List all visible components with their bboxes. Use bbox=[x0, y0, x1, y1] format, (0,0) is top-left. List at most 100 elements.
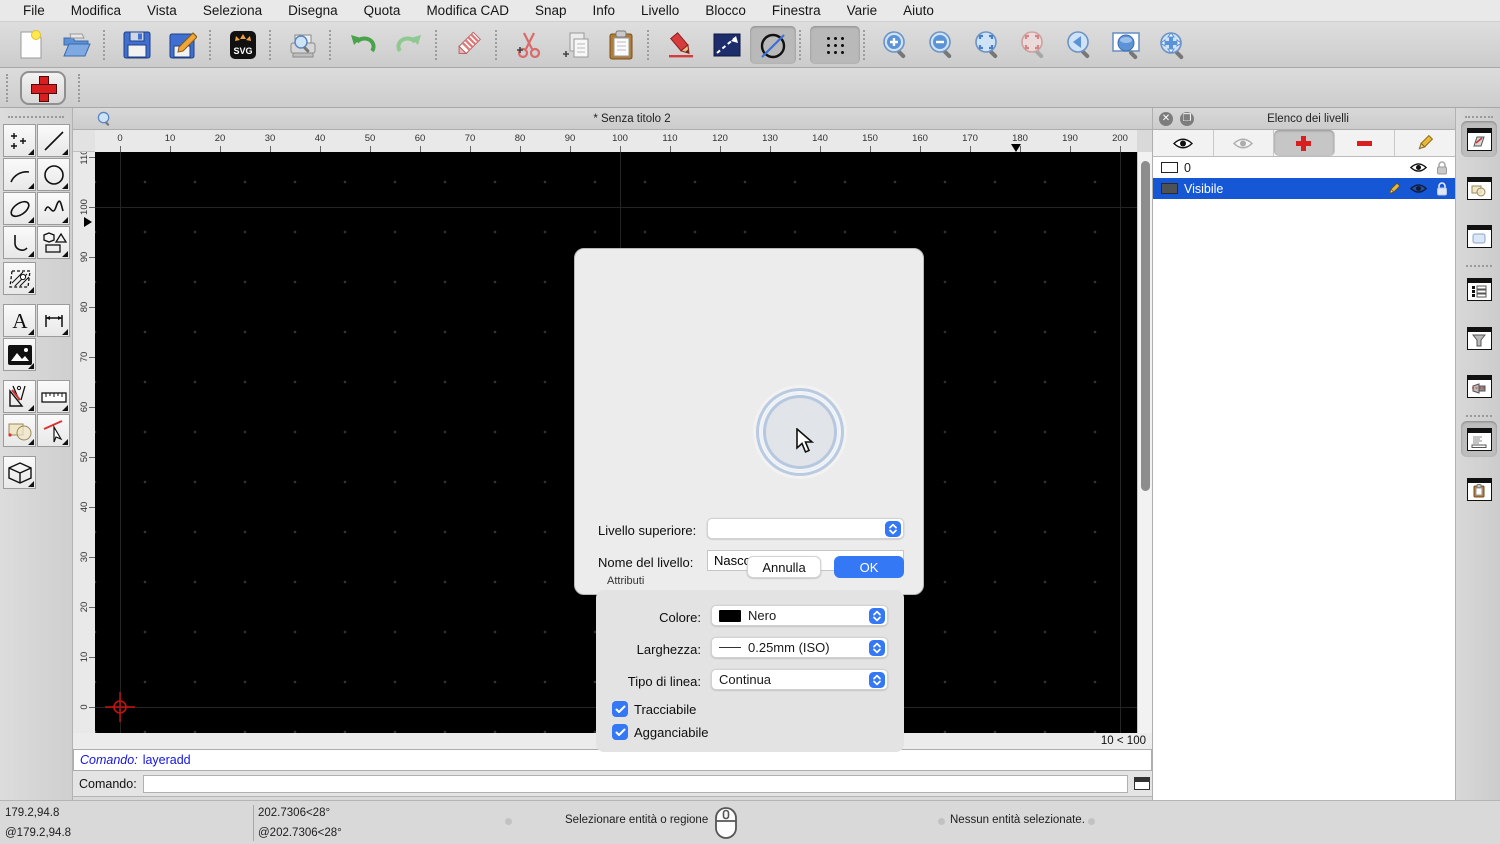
points-tool-button[interactable] bbox=[3, 124, 36, 157]
hatch-tool-button[interactable] bbox=[3, 262, 36, 295]
menu-item-varie[interactable]: Varie bbox=[834, 3, 891, 18]
solid3d-tool-button[interactable] bbox=[3, 456, 36, 489]
svg-export-button[interactable]: SVG bbox=[220, 25, 266, 65]
text-tool-button[interactable]: A bbox=[3, 304, 36, 337]
construction-checkbox[interactable] bbox=[612, 701, 628, 717]
clipboard-dock-button[interactable] bbox=[1461, 471, 1497, 507]
circle-tool-button[interactable] bbox=[37, 158, 70, 191]
snappable-checkbox[interactable] bbox=[612, 724, 628, 740]
document-title-bar[interactable]: * Senza titolo 2 bbox=[73, 108, 1152, 130]
detach-command-window-button[interactable] bbox=[1133, 777, 1150, 790]
open-button[interactable] bbox=[54, 25, 100, 65]
layer-row-visibile[interactable]: Visibile bbox=[1153, 178, 1455, 199]
image-tool-button[interactable] bbox=[3, 338, 36, 371]
menu-item-quota[interactable]: Quota bbox=[351, 3, 414, 18]
select-tool-button[interactable] bbox=[37, 414, 70, 447]
add-layer-button[interactable] bbox=[1274, 130, 1335, 156]
zoom-auto-button[interactable] bbox=[966, 25, 1012, 65]
toolbar-drag-handle[interactable] bbox=[6, 73, 12, 102]
paste-button[interactable] bbox=[598, 25, 644, 65]
copy-button[interactable] bbox=[552, 25, 598, 65]
ellipse-tool-button[interactable] bbox=[3, 192, 36, 225]
menu-item-modifica-cad[interactable]: Modifica CAD bbox=[413, 3, 522, 18]
canvas-vertical-scrollbar[interactable] bbox=[1137, 152, 1152, 733]
pan-button[interactable] bbox=[1150, 25, 1196, 65]
new-document-button[interactable] bbox=[8, 25, 54, 65]
ok-button[interactable]: OK bbox=[834, 556, 904, 578]
print-preview-button[interactable] bbox=[280, 25, 326, 65]
selection-filter-dock-button[interactable] bbox=[1461, 320, 1497, 356]
cancel-button[interactable]: Annulla bbox=[747, 556, 821, 578]
layer-visible-icon[interactable] bbox=[1409, 183, 1427, 194]
layer-visible-icon[interactable] bbox=[1409, 162, 1427, 173]
library-browser-dock-button[interactable] bbox=[1461, 218, 1497, 254]
menu-item-snap[interactable]: Snap bbox=[522, 3, 580, 18]
toolbar-separator bbox=[863, 29, 869, 60]
add-pen-button[interactable] bbox=[20, 70, 66, 105]
blocks-tool-button[interactable] bbox=[3, 414, 36, 447]
construction-checkbox-label[interactable]: Tracciabile bbox=[634, 702, 696, 717]
arc-tool-button[interactable] bbox=[3, 158, 36, 191]
float-panel-button[interactable]: ❐ bbox=[1180, 111, 1194, 126]
menu-item-vista[interactable]: Vista bbox=[134, 3, 190, 18]
draw-pencil-button[interactable] bbox=[658, 25, 704, 65]
scrollbar-thumb[interactable] bbox=[1141, 161, 1150, 491]
parent-layer-select[interactable] bbox=[707, 518, 904, 539]
snappable-checkbox-label[interactable]: Agganciabile bbox=[634, 725, 708, 740]
save-button[interactable] bbox=[114, 25, 160, 65]
line-type-select[interactable]: Continua bbox=[711, 669, 888, 690]
line-tool-button[interactable] bbox=[37, 124, 70, 157]
layer-list-dock-button[interactable] bbox=[1461, 121, 1497, 157]
redo-button[interactable] bbox=[386, 25, 432, 65]
save-as-button[interactable] bbox=[160, 25, 206, 65]
line-width-select[interactable]: 0.25mm (ISO) bbox=[711, 637, 888, 658]
absolute-coordinate: 179.2,94.8 bbox=[5, 807, 60, 819]
menu-item-file[interactable]: File bbox=[10, 3, 58, 18]
menu-item-disegna[interactable]: Disegna bbox=[275, 3, 351, 18]
dimension-tool-button[interactable] bbox=[37, 304, 70, 337]
toolbar-drag-handle[interactable] bbox=[78, 73, 84, 102]
menu-item-aiuto[interactable]: Aiuto bbox=[890, 3, 947, 18]
edit-layer-button[interactable] bbox=[1395, 130, 1455, 156]
shapes-tool-button[interactable] bbox=[37, 226, 70, 259]
zoom-previous-button[interactable] bbox=[1058, 25, 1104, 65]
palette-drag-handle[interactable] bbox=[8, 116, 64, 120]
color-select[interactable]: Nero bbox=[711, 605, 888, 626]
cut-button[interactable] bbox=[506, 25, 552, 65]
zoom-window-button[interactable] bbox=[1104, 25, 1150, 65]
command-input[interactable] bbox=[142, 774, 1128, 793]
menu-item-livello[interactable]: Livello bbox=[628, 3, 692, 18]
dock-drag-handle[interactable] bbox=[1465, 116, 1493, 120]
show-all-layers-button[interactable] bbox=[1153, 130, 1214, 156]
layer-lock-icon[interactable] bbox=[1433, 181, 1451, 196]
layer-lock-icon[interactable] bbox=[1433, 160, 1451, 175]
menu-item-seleziona[interactable]: Seleziona bbox=[190, 3, 275, 18]
hide-all-layers-button[interactable] bbox=[1214, 130, 1275, 156]
zoom-in-button[interactable] bbox=[874, 25, 920, 65]
measure-tool-button[interactable] bbox=[37, 380, 70, 413]
zoom-selection-button[interactable] bbox=[1012, 25, 1058, 65]
modify-tool-button[interactable] bbox=[3, 380, 36, 413]
close-panel-button[interactable]: ✕ bbox=[1159, 111, 1173, 126]
color-label: Colore: bbox=[659, 610, 701, 625]
layer-edit-icon[interactable] bbox=[1385, 182, 1403, 196]
layer-row-0[interactable]: 0 bbox=[1153, 157, 1455, 178]
pen-palette-dock-button[interactable] bbox=[1461, 368, 1497, 404]
undo-button[interactable] bbox=[340, 25, 386, 65]
ellipse-axes-button[interactable] bbox=[750, 25, 796, 64]
spline-tool-button[interactable] bbox=[37, 192, 70, 225]
block-list-dock-button[interactable] bbox=[1461, 170, 1497, 206]
menu-item-info[interactable]: Info bbox=[580, 3, 629, 18]
grid-toggle-button[interactable] bbox=[810, 25, 860, 64]
zoom-out-button[interactable] bbox=[920, 25, 966, 65]
h-ruler-label: 0 bbox=[117, 133, 123, 144]
command-line-dock-button[interactable] bbox=[1461, 421, 1497, 457]
menu-item-modifica[interactable]: Modifica bbox=[58, 3, 134, 18]
entity-list-dock-button[interactable] bbox=[1461, 271, 1497, 307]
menu-item-blocco[interactable]: Blocco bbox=[692, 3, 759, 18]
delete-button[interactable] bbox=[446, 25, 492, 65]
remove-layer-button[interactable] bbox=[1335, 130, 1396, 156]
line-selection-button[interactable] bbox=[704, 25, 750, 65]
menu-item-finestra[interactable]: Finestra bbox=[759, 3, 834, 18]
polyline-tool-button[interactable] bbox=[3, 226, 36, 259]
